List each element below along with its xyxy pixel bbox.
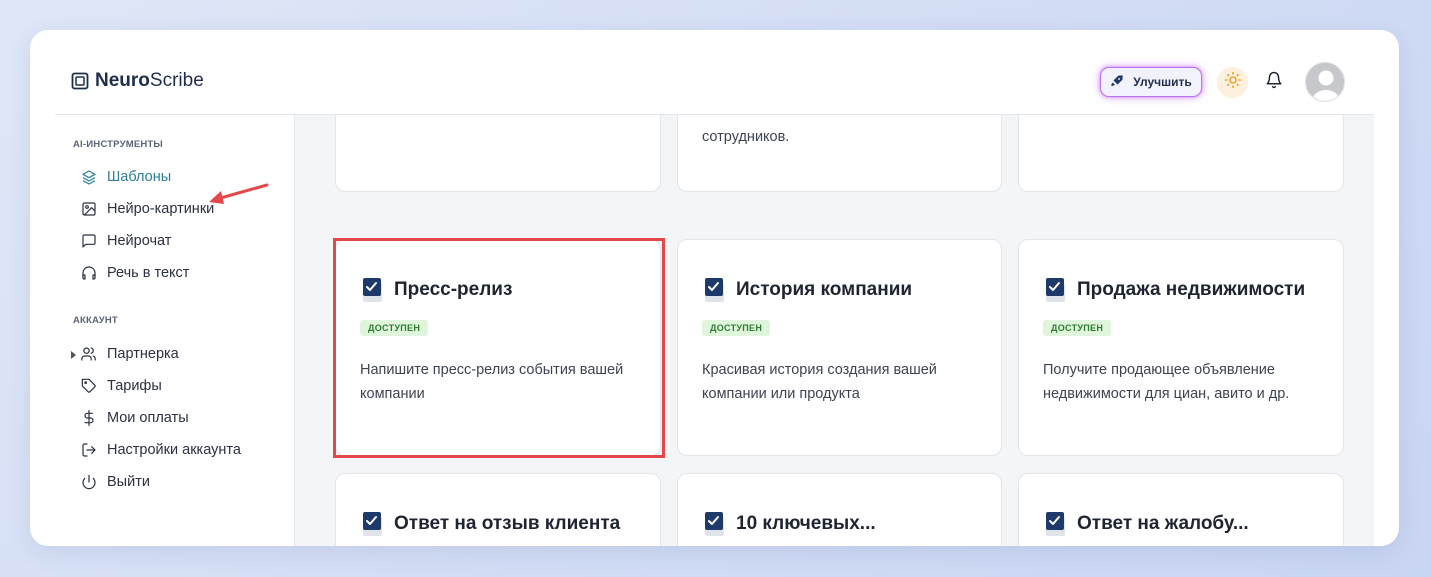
checkbox-doc-icon: [360, 510, 386, 538]
template-card-complaint-reply[interactable]: Ответ на жалобу...: [1018, 473, 1344, 546]
sidebar-item-account-settings[interactable]: Настройки аккаунта: [80, 439, 241, 461]
dollar-icon: [80, 410, 97, 427]
template-card[interactable]: [335, 115, 661, 192]
logo[interactable]: NeuroScribe: [71, 70, 204, 92]
template-card[interactable]: [1018, 115, 1344, 192]
sidebar-item-my-payments[interactable]: Мои оплаты: [80, 407, 189, 429]
sidebar-item-speech-to-text[interactable]: Речь в текст: [80, 262, 189, 284]
sidebar-item-label: Выйти: [107, 474, 150, 490]
template-card[interactable]: сотрудников.: [677, 115, 1002, 192]
expand-caret-icon[interactable]: [71, 351, 76, 359]
sidebar: AI-ИНСТРУМЕНТЫ Шаблоны Нейро-картинки Не…: [55, 115, 295, 546]
card-desc: Красивая история создания вашей компании…: [702, 362, 937, 402]
notifications-button[interactable]: [1264, 70, 1284, 94]
card-desc: сотрудников.: [702, 129, 790, 145]
logout-box-icon: [80, 442, 97, 459]
sidebar-item-label: Шаблоны: [107, 169, 172, 185]
sidebar-item-neurochat[interactable]: Нейрочат: [80, 230, 171, 252]
card-desc: Получите продающее объявление недвижимос…: [1043, 362, 1290, 402]
status-badge: ДОСТУПЕН: [1043, 320, 1112, 336]
card-title: Ответ на отзыв клиента: [360, 510, 620, 538]
sidebar-item-templates[interactable]: Шаблоны: [80, 166, 171, 188]
sun-icon: [1224, 71, 1242, 94]
sidebar-item-label: Настройки аккаунта: [107, 442, 241, 458]
upgrade-label: Улучшить: [1133, 75, 1192, 89]
headphones-icon: [80, 265, 97, 282]
sidebar-item-label: Партнерка: [107, 346, 179, 362]
section-title-account: АККАУНТ: [73, 315, 118, 326]
card-title: История компании: [702, 276, 912, 304]
power-icon: [80, 474, 97, 491]
image-icon: [80, 201, 97, 218]
sidebar-item-partner[interactable]: Партнерка: [80, 343, 179, 365]
section-title-ai-tools: AI-ИНСТРУМЕНТЫ: [73, 139, 163, 150]
template-card-review-reply[interactable]: Ответ на отзыв клиента: [335, 473, 661, 546]
rocket-icon: [1110, 74, 1124, 91]
template-card-company-history[interactable]: История компании ДОСТУПЕН Красивая истор…: [677, 239, 1002, 456]
status-badge: ДОСТУПЕН: [702, 320, 771, 336]
logo-icon: [71, 72, 89, 90]
sidebar-item-label: Мои оплаты: [107, 410, 189, 426]
app-window: NeuroScribe Улучшить AI-ИНСТРУМЕНТЫ Шабл…: [30, 30, 1399, 546]
checkbox-doc-icon: [702, 276, 728, 304]
templates-grid: сотрудников. Пресс-релиз ДОСТУПЕН Напиши…: [295, 115, 1374, 546]
sidebar-item-logout[interactable]: Выйти: [80, 471, 150, 493]
annotation-arrow-icon: [205, 183, 271, 214]
template-card-10-key[interactable]: 10 ключевых...: [677, 473, 1002, 546]
header: NeuroScribe Улучшить: [30, 30, 1399, 115]
sidebar-item-label: Речь в текст: [107, 265, 190, 281]
avatar[interactable]: [1305, 62, 1345, 102]
sidebar-item-label: Нейро-картинки: [107, 201, 215, 217]
logo-text-bold: Neuro: [95, 70, 150, 91]
highlight-box: [333, 238, 665, 458]
checkbox-doc-icon: [702, 510, 728, 538]
bell-icon: [1265, 70, 1283, 95]
layers-icon: [80, 169, 97, 186]
sidebar-item-label: Тарифы: [107, 378, 162, 394]
theme-toggle-button[interactable]: [1217, 67, 1248, 98]
users-icon: [80, 346, 97, 363]
card-title: Продажа недвижимости: [1043, 276, 1305, 304]
logo-text-regular: Scribe: [149, 70, 204, 91]
card-title: Ответ на жалобу...: [1043, 510, 1249, 538]
template-card-real-estate[interactable]: Продажа недвижимости ДОСТУПЕН Получите п…: [1018, 239, 1344, 456]
checkbox-doc-icon: [1043, 276, 1069, 304]
checkbox-doc-icon: [1043, 510, 1069, 538]
upgrade-button[interactable]: Улучшить: [1100, 67, 1202, 97]
sidebar-item-label: Нейрочат: [107, 233, 172, 249]
card-title: 10 ключевых...: [702, 510, 876, 538]
sidebar-item-neuro-images[interactable]: Нейро-картинки: [80, 198, 214, 220]
tag-icon: [80, 378, 97, 395]
sidebar-item-tariffs[interactable]: Тарифы: [80, 375, 162, 397]
chat-icon: [80, 233, 97, 250]
